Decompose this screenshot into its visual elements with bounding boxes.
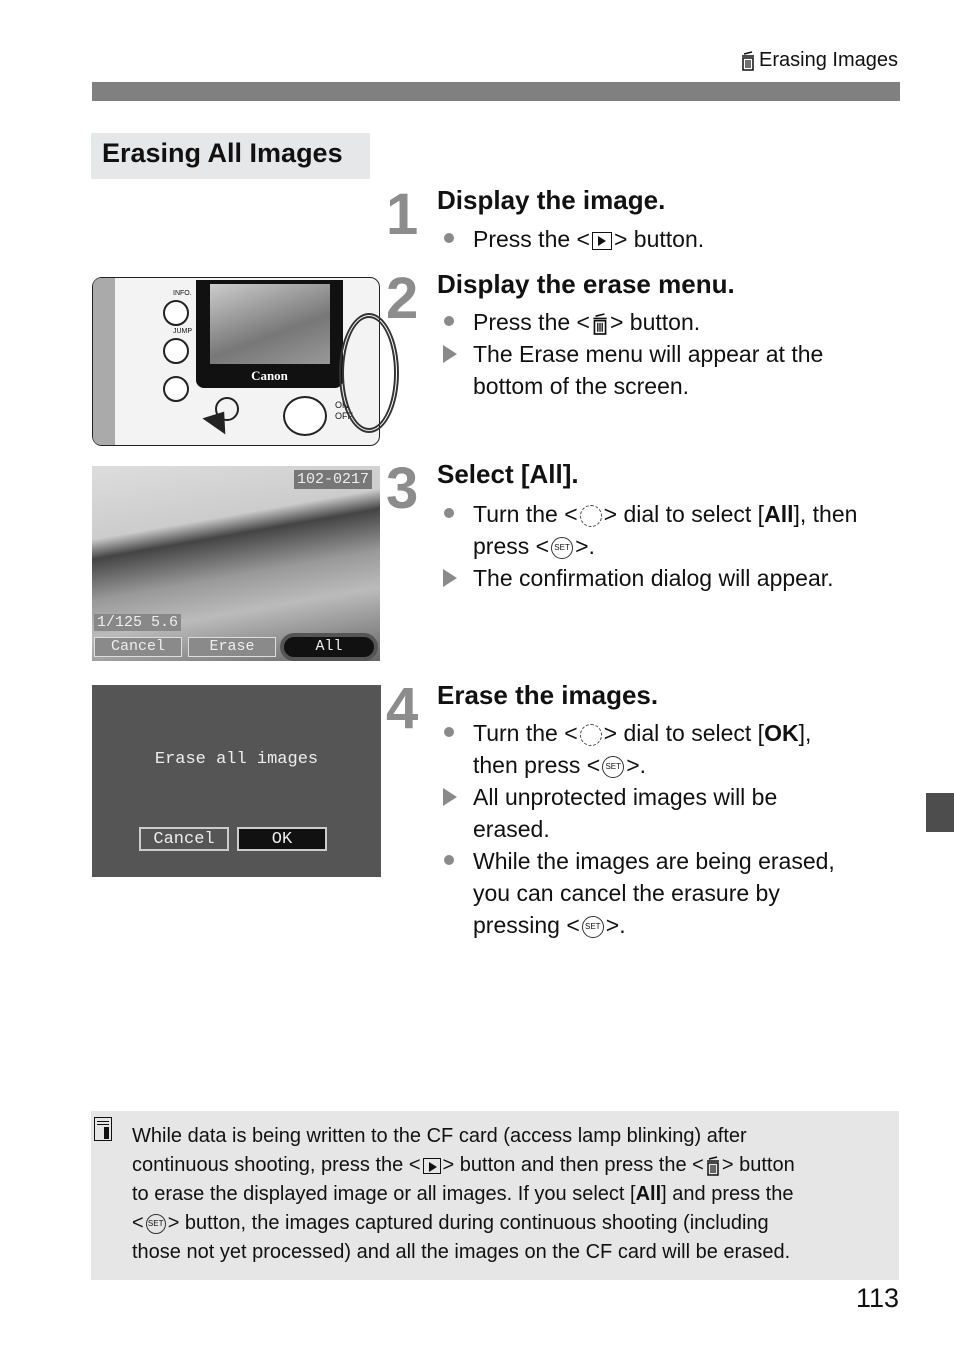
power-switch-illustration xyxy=(283,396,327,436)
step-heading-2: Display the erase menu. xyxy=(437,269,735,299)
step-heading-1: Display the image. xyxy=(437,185,666,215)
camera-lcd: Canon xyxy=(196,280,343,388)
result-arrow-icon xyxy=(443,345,457,363)
info-label: INFO. xyxy=(173,290,192,297)
step-number-2: 2 xyxy=(386,266,418,331)
step-3-line-3: The confirmation dialog will appear. xyxy=(473,565,834,591)
step-heading-3: Select [All]. xyxy=(437,459,579,489)
trash-icon xyxy=(742,50,755,71)
jump-button-illustration xyxy=(163,338,189,364)
step-heading-4: Erase the images. xyxy=(437,680,659,710)
dialog-cancel-option: Cancel xyxy=(139,827,229,851)
dialog-ok-option-selected: OK xyxy=(237,827,327,851)
bullet-icon xyxy=(444,508,454,518)
dialog-message: Erase all images xyxy=(154,750,319,769)
bullet-icon xyxy=(444,727,454,737)
quick-control-dial-illustration xyxy=(339,313,399,433)
jump-label: JUMP xyxy=(173,328,193,335)
main-dial-icon xyxy=(579,504,602,527)
trash-icon xyxy=(593,313,607,335)
memo-icon xyxy=(94,1117,112,1141)
step-4-line-4: erased. xyxy=(473,816,550,842)
step-4-line-3: All unprotected images will be xyxy=(473,784,778,810)
step-number-1: 1 xyxy=(386,182,418,247)
step-4-line-7: pressing < SET >. xyxy=(473,912,626,938)
bullet-icon xyxy=(444,316,454,326)
step-2-line-3: bottom of the screen. xyxy=(473,373,690,399)
step-4-line-1: Turn the < > dial to select [OK], xyxy=(473,720,812,746)
lcd-erase-menu-screenshot: 102-0217 1/125 5.6 Cancel Erase All xyxy=(92,466,380,661)
page-number: 113 xyxy=(855,1283,899,1313)
set-button-icon: SET xyxy=(602,755,625,778)
menu-erase-option: Erase xyxy=(188,637,276,657)
set-button-icon: SET xyxy=(551,536,574,559)
note-box: While data is being written to the CF ca… xyxy=(91,1111,899,1280)
step-3-line-1: Turn the < > dial to select [All], then xyxy=(473,501,858,527)
header-bar xyxy=(92,82,900,101)
playback-button-illustration xyxy=(163,376,189,402)
step-4-line-2: then press < SET >. xyxy=(473,752,647,778)
bullet-icon xyxy=(444,233,454,243)
camera-brand-logo: Canon xyxy=(251,368,288,383)
set-button-icon: SET xyxy=(581,915,604,938)
file-number: 102-0217 xyxy=(293,470,372,489)
note-text: While data is being written to the CF ca… xyxy=(132,1125,795,1263)
step-number-4: 4 xyxy=(386,676,418,741)
result-arrow-icon xyxy=(443,788,457,806)
main-dial-icon xyxy=(579,723,602,746)
set-button-icon: SET xyxy=(145,1213,166,1234)
playback-icon xyxy=(422,1157,441,1174)
lcd-confirm-dialog-screenshot: Erase all images Cancel OK xyxy=(92,685,381,877)
step-1-line-1: Press the < > button. xyxy=(473,226,705,252)
exposure-readout: 1/125 5.6 xyxy=(94,614,182,631)
chapter-tab-marker xyxy=(926,793,954,832)
step-2-line-2: The Erase menu will appear at the xyxy=(473,341,824,367)
running-header: Erasing Images xyxy=(739,49,898,72)
step-4-line-6: you can cancel the erasure by xyxy=(473,880,780,906)
section-title: Erasing All Images xyxy=(91,133,370,179)
step-number-3: 3 xyxy=(386,456,418,521)
lcd-screen-image xyxy=(210,284,330,364)
result-arrow-icon xyxy=(443,569,457,587)
camera-back-illustration: INFO. JUMP Canon ON OFF xyxy=(92,277,399,446)
info-button-illustration xyxy=(163,300,189,326)
step-4-line-5: While the images are being erased, xyxy=(473,848,835,874)
step-3-line-2: press < SET >. xyxy=(473,533,595,559)
menu-all-option-selected: All xyxy=(280,633,378,661)
menu-cancel-option: Cancel xyxy=(94,637,182,657)
step-2-line-1: Press the < > button. xyxy=(473,309,701,335)
trash-icon xyxy=(706,1155,719,1176)
camera-grip xyxy=(93,278,115,445)
playback-icon xyxy=(591,231,612,250)
bullet-icon xyxy=(444,855,454,865)
header-title-text: Erasing Images xyxy=(759,49,898,71)
